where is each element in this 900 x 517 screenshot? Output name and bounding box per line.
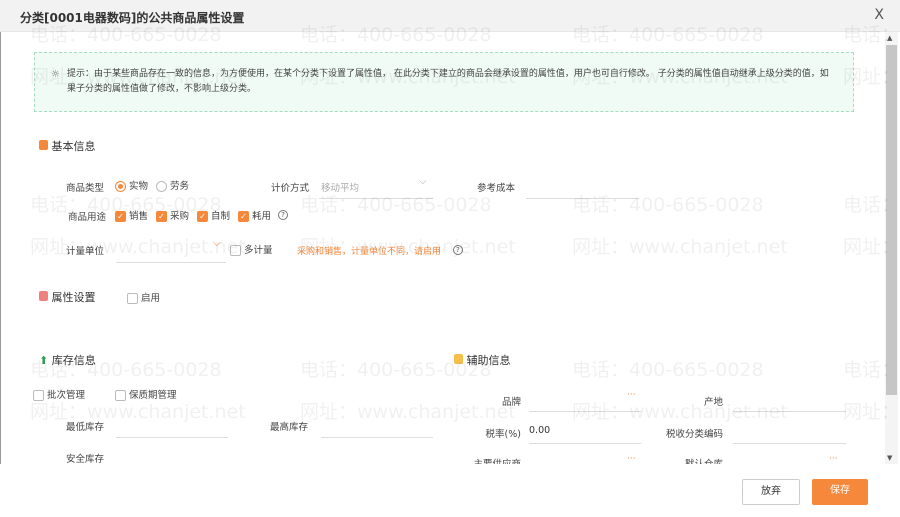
dialog-title: 分类[0001电器数码]的公共商品属性设置 <box>20 11 245 25</box>
cancel-button[interactable]: 放弃 <box>742 479 800 505</box>
checkbox-label: 多计量 <box>244 245 273 256</box>
checkbox-shelf-life[interactable]: 保质期管理 <box>115 387 177 401</box>
chevron-down-icon[interactable]: ⌵ <box>213 238 221 249</box>
unit-label: 计量单位 <box>66 246 105 257</box>
origin-input[interactable] <box>733 411 846 412</box>
arrow-up-icon: ⬆ <box>39 354 49 367</box>
section-title: 属性设置 <box>51 291 96 304</box>
radio-label: 劳务 <box>170 181 190 192</box>
section-title: 库存信息 <box>51 354 96 367</box>
scrollbar[interactable]: ▲ ▼ <box>885 32 898 464</box>
ref-cost-label: 参考成本 <box>477 183 516 194</box>
checkbox-label: 耗用 <box>252 211 272 222</box>
brand-input[interactable] <box>529 411 641 412</box>
doc-icon <box>39 140 48 150</box>
help-icon[interactable]: ? <box>278 209 288 220</box>
multi-unit-hint: 采购和销售，计量单位不同，请启用 <box>297 247 442 257</box>
more-icon[interactable]: ··· <box>627 454 636 464</box>
section-basic-info: 基本信息 <box>39 138 96 154</box>
origin-label: 产地 <box>703 397 723 408</box>
radio-physical[interactable]: 实物 <box>115 178 148 192</box>
checkbox-purchase[interactable]: ✓ 采购 <box>156 208 189 222</box>
dialog-body: ☼ 提示：由于某些商品存在一致的信息，为方便使用，在某个分类下设置了属性值， 在… <box>0 32 884 464</box>
scroll-up-icon[interactable]: ▲ <box>887 34 892 42</box>
checkbox-label: 启用 <box>141 293 161 304</box>
checkbox-sale[interactable]: ✓ 销售 <box>115 208 148 222</box>
checkbox-multi-unit[interactable]: 多计量 <box>230 242 273 256</box>
ref-cost-input[interactable] <box>526 198 639 199</box>
tip-text: 提示：由于某些商品存在一致的信息，为方便使用，在某个分类下设置了属性值， 在此分… <box>67 69 829 94</box>
max-stock-label: 最高库存 <box>270 422 309 433</box>
max-stock-input[interactable] <box>321 437 433 438</box>
checkbox-self-made[interactable]: ✓ 自制 <box>197 208 230 222</box>
dialog-header: 分类[0001电器数码]的公共商品属性设置 X <box>0 0 900 32</box>
tax-code-label: 税收分类编码 <box>665 429 723 440</box>
more-icon[interactable]: ··· <box>829 454 838 464</box>
section-attributes: 属性设置 <box>39 289 96 305</box>
more-icon[interactable]: ··· <box>627 390 636 400</box>
checkbox-label: 销售 <box>129 211 149 222</box>
lightbulb-icon: ☼ <box>51 69 60 80</box>
tax-code-input[interactable] <box>733 443 846 444</box>
checkbox-batch[interactable]: 批次管理 <box>33 387 85 401</box>
usage-label: 商品用途 <box>68 212 107 223</box>
scroll-down-icon[interactable]: ▼ <box>887 454 892 462</box>
unit-select[interactable] <box>116 262 226 263</box>
tip-box: ☼ 提示：由于某些商品存在一致的信息，为方便使用，在某个分类下设置了属性值， 在… <box>34 52 854 112</box>
checkbox-label: 保质期管理 <box>129 390 177 401</box>
pricing-label: 计价方式 <box>271 183 310 194</box>
checkbox-label: 自制 <box>211 211 231 222</box>
min-stock-input[interactable] <box>116 437 228 438</box>
min-stock-label: 最低库存 <box>66 422 105 433</box>
section-aux: 辅助信息 <box>454 352 511 368</box>
checkbox-enable-attributes[interactable]: 启用 <box>127 290 160 304</box>
chevron-down-icon[interactable]: ⌵ <box>419 176 427 187</box>
close-icon[interactable]: X <box>874 7 884 23</box>
section-title: 辅助信息 <box>466 354 511 367</box>
save-button[interactable]: 保存 <box>812 479 868 505</box>
goods-type-label: 商品类型 <box>66 183 105 194</box>
checkbox-consume[interactable]: ✓ 耗用 <box>238 208 271 222</box>
tax-rate-input[interactable]: 0.00 <box>529 425 550 436</box>
radio-label: 实物 <box>129 181 149 192</box>
radio-service[interactable]: 劳务 <box>156 178 189 192</box>
section-stock: ⬆ 库存信息 <box>39 352 96 368</box>
safe-stock-label: 安全库存 <box>66 454 105 464</box>
checkbox-label: 批次管理 <box>47 390 86 401</box>
list-icon <box>39 291 48 301</box>
brand-label: 品牌 <box>501 397 521 408</box>
section-title: 基本信息 <box>51 140 96 153</box>
tax-rate-label: 税率(%) <box>485 429 521 440</box>
warehouse-label: 默认仓库 <box>653 456 723 464</box>
book-icon <box>454 354 463 364</box>
checkbox-label: 采购 <box>170 211 190 222</box>
help-icon[interactable]: ? <box>453 244 463 255</box>
pricing-select[interactable]: 移动平均 <box>321 180 359 194</box>
supplier-label: 主要供应商 <box>451 456 521 464</box>
scrollbar-thumb[interactable] <box>886 45 897 395</box>
